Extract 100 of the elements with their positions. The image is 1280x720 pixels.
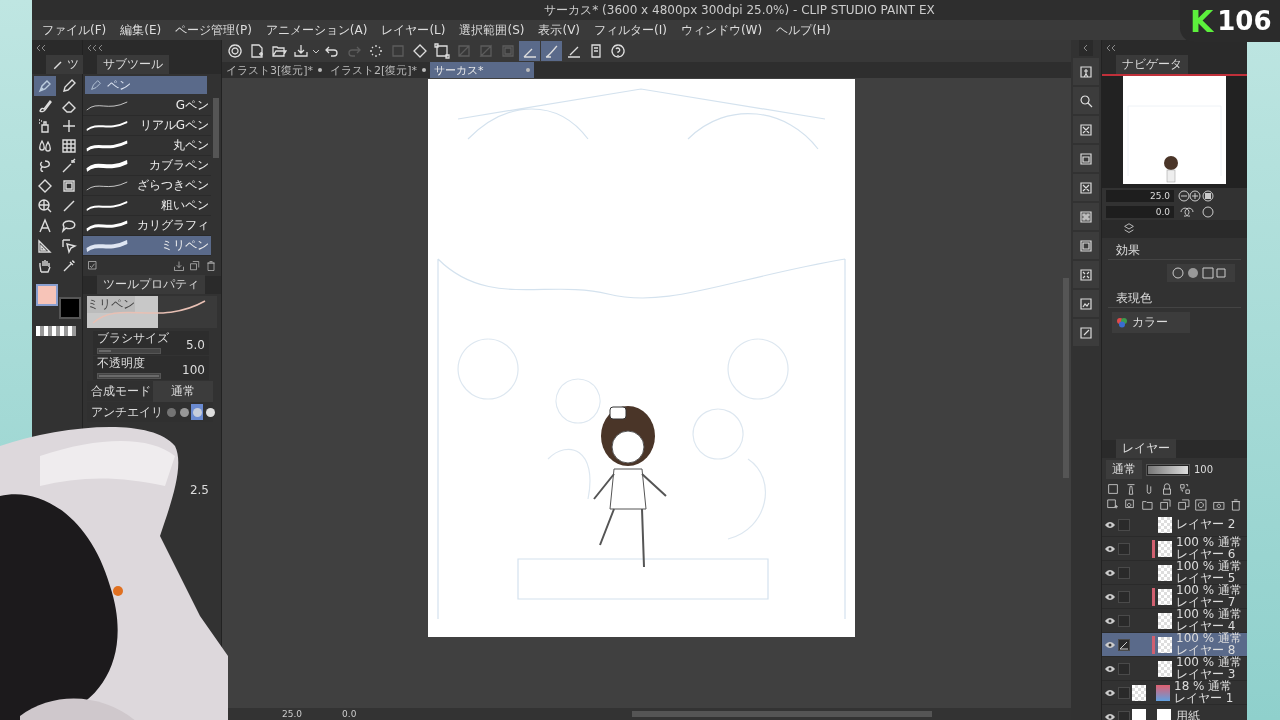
angle-value[interactable]: 0.0 — [342, 709, 357, 719]
section-label: 表現色 — [1116, 291, 1152, 305]
panel-tab[interactable]: ツールプロパティ — [97, 275, 205, 294]
frame-box-icon[interactable] — [1073, 232, 1099, 259]
checkbox[interactable] — [1118, 590, 1130, 603]
property-value[interactable]: 5.0 — [185, 338, 205, 352]
opacity-value[interactable]: 100 — [1194, 464, 1214, 475]
layer-row[interactable]: 100 % 通常 レイヤー 5 — [1102, 561, 1247, 585]
collapse-icon[interactable] — [87, 44, 103, 52]
layer-info: 100 % 通常 — [1176, 609, 1242, 621]
menu-item[interactable]: ファイル(F) — [38, 21, 117, 39]
new-folder-icon[interactable] — [1141, 498, 1155, 512]
menu-item[interactable]: レイヤー(L) — [377, 21, 456, 39]
image-box-icon[interactable] — [1073, 290, 1099, 317]
slider-track[interactable] — [97, 348, 161, 354]
trash-icon[interactable] — [205, 260, 217, 272]
checkbox[interactable] — [1118, 662, 1130, 675]
figure-icon[interactable] — [1073, 58, 1099, 85]
checkbox[interactable] — [1118, 614, 1130, 627]
zoom-icon[interactable] — [1073, 87, 1099, 114]
lock-icon[interactable] — [1160, 482, 1174, 496]
panel-tab[interactable]: サブツール — [97, 55, 169, 74]
menu-item[interactable]: フィルター(I) — [590, 21, 677, 39]
scrollbar[interactable] — [632, 711, 932, 717]
checkbox[interactable] — [1118, 686, 1130, 699]
trash-icon[interactable] — [1229, 498, 1243, 512]
brush-item[interactable]: Gペン — [83, 96, 211, 116]
menu-item[interactable]: アニメーション(A) — [261, 21, 378, 39]
settings-box-icon[interactable] — [87, 260, 99, 272]
layer-thumbnail — [1158, 540, 1172, 557]
panel-tab[interactable]: レイヤー — [1116, 439, 1176, 458]
checker-lock-icon[interactable] — [1178, 482, 1192, 496]
edit-box-icon[interactable] — [1073, 319, 1099, 346]
panel-tab[interactable]: ツ — [46, 55, 85, 74]
menu-item[interactable]: 編集(E) — [116, 21, 172, 39]
scrollbar[interactable] — [213, 98, 219, 158]
color-circles-icon — [1116, 317, 1128, 328]
zoom-value[interactable]: 25.0 — [282, 709, 303, 719]
close-box-icon[interactable] — [1073, 116, 1099, 143]
color-swatch[interactable] — [36, 284, 58, 306]
document-tab[interactable]: イラスト3[復元]* — [222, 62, 326, 78]
brush-item[interactable]: 粗いペン — [83, 196, 211, 216]
navigator-view[interactable] — [1102, 74, 1247, 188]
document-tab[interactable]: サーカス* — [430, 62, 534, 78]
merge-icon[interactable] — [1176, 498, 1191, 512]
subtool-group[interactable]: ペン — [85, 76, 207, 94]
layer-property-icon[interactable] — [1122, 222, 1136, 236]
checker-box-icon[interactable] — [1073, 203, 1099, 230]
layer-name: レイヤー 3 — [1176, 668, 1236, 680]
layer-row[interactable]: 100 % 通常 レイヤー 3 — [1102, 657, 1247, 681]
checkbox[interactable] — [1118, 542, 1130, 555]
badge-number: 106 — [1217, 6, 1272, 36]
color-swatch[interactable] — [59, 297, 81, 319]
layer-row[interactable]: 100 % 通常 レイヤー 8 — [1102, 633, 1247, 657]
brush-item[interactable]: 丸ペン — [83, 136, 211, 156]
layer-row[interactable]: レイヤー 2 — [1102, 513, 1247, 537]
import-icon[interactable] — [173, 260, 185, 272]
stroke-preview-icon — [85, 218, 129, 234]
expand-box-icon[interactable] — [1073, 261, 1099, 288]
layer-row[interactable]: 18 % 通常 レイヤー 1 — [1102, 681, 1247, 705]
property-value[interactable]: 100 — [182, 363, 205, 377]
panel-tab[interactable]: ナビゲータ — [1116, 55, 1188, 74]
zoom-field[interactable]: 25.0 — [1106, 190, 1174, 202]
copy-icon[interactable] — [189, 260, 201, 272]
brush-item[interactable]: カブラペン — [83, 156, 211, 176]
document-tab[interactable]: イラスト2[復元]* — [326, 62, 430, 78]
pen-icon — [52, 58, 64, 71]
image-box-icon[interactable] — [1073, 145, 1099, 172]
menu-item[interactable]: 表示(V) — [534, 21, 591, 39]
menu-item[interactable]: 選択範囲(S) — [455, 21, 535, 39]
transform-icon[interactable] — [431, 41, 452, 61]
layer-row[interactable]: 100 % 通常 レイヤー 6 — [1102, 537, 1247, 561]
menu-item[interactable]: ヘルプ(H) — [772, 21, 841, 39]
menu-item[interactable]: ページ管理(P) — [171, 21, 262, 39]
mask-icon[interactable] — [1194, 498, 1208, 512]
effect-buttons[interactable] — [1167, 264, 1235, 282]
close-box-icon[interactable] — [1073, 174, 1099, 201]
collapse-icon[interactable] — [1106, 44, 1116, 52]
property-value[interactable]: 2.5 — [189, 483, 209, 497]
blend-dropdown[interactable]: 通常 — [153, 380, 213, 402]
checkbox[interactable] — [1118, 518, 1130, 531]
copy-layer-icon[interactable] — [1158, 498, 1173, 512]
section-label: 効果 — [1116, 243, 1140, 257]
checkbox[interactable] — [1118, 566, 1130, 579]
angle-field[interactable]: 0.0 — [1106, 206, 1174, 218]
layer-row[interactable]: 100 % 通常 レイヤー 7 — [1102, 585, 1247, 609]
layer-thumbnail — [1158, 612, 1172, 629]
layer-info: 100 % 通常 — [1176, 585, 1242, 597]
brush-item[interactable]: ミリペン — [83, 236, 211, 256]
brush-item[interactable]: ざらつきペン — [83, 176, 211, 196]
collapse-icon[interactable] — [36, 44, 46, 52]
checkbox[interactable] — [1118, 710, 1130, 720]
layer-stack-icon[interactable] — [1106, 482, 1120, 496]
brush-item[interactable]: リアルGペン — [83, 116, 211, 136]
menu-item[interactable]: ウィンドウ(W) — [676, 21, 773, 39]
blend-dropdown[interactable]: 通常 — [1106, 460, 1142, 479]
checkbox[interactable] — [1118, 638, 1130, 651]
property-label: アンチエイリ — [90, 403, 163, 421]
transparent-swatch[interactable] — [36, 326, 76, 336]
color-mode-dropdown[interactable]: カラー — [1112, 312, 1190, 333]
